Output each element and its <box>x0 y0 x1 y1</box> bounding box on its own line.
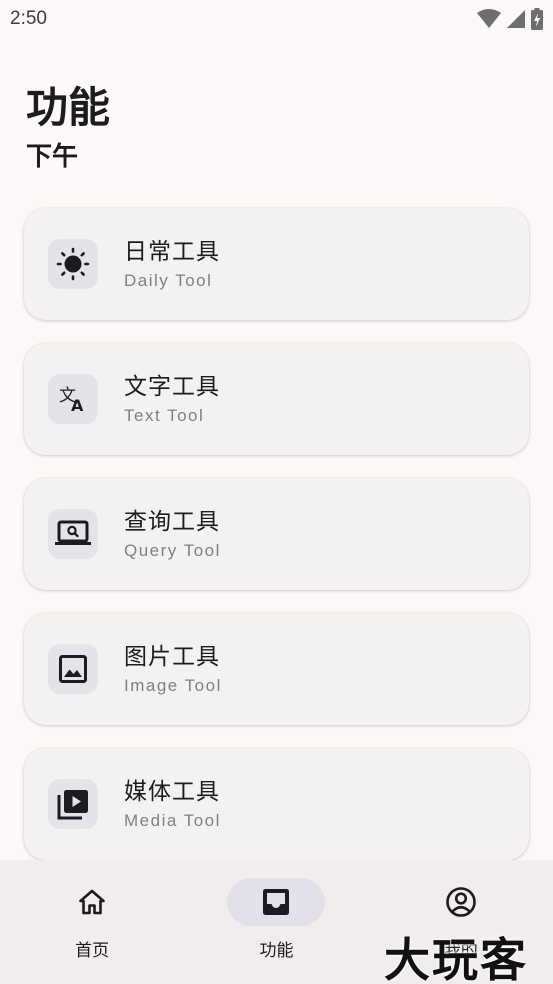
svg-text:A: A <box>71 396 84 414</box>
card-subtitle: Media Tool <box>124 811 221 830</box>
battery-charging-icon <box>531 8 543 30</box>
nav-label: 功能 <box>259 941 294 961</box>
card-title: 查询工具 <box>124 509 220 535</box>
card-subtitle: Image Tool <box>124 676 222 695</box>
home-icon <box>43 878 141 926</box>
card-title: 图片工具 <box>124 644 220 670</box>
page-title: 功能 <box>26 83 111 132</box>
text-tool-card[interactable]: 文 A 文字工具 Text Tool <box>24 343 529 455</box>
signal-icon <box>507 9 525 29</box>
query-tool-card[interactable]: 查询工具 Query Tool <box>24 478 529 590</box>
card-subtitle: Text Tool <box>124 406 205 425</box>
laptop-search-icon <box>48 509 98 559</box>
inbox-icon <box>227 878 326 926</box>
card-subtitle: Daily Tool <box>124 271 213 290</box>
card-subtitle: Query Tool <box>124 541 221 560</box>
nav-item-home[interactable]: 首页 <box>0 860 184 984</box>
media-tool-card[interactable]: 媒体工具 Media Tool <box>24 748 529 860</box>
wifi-icon <box>477 9 501 29</box>
watermark-logo: 大玩客 <box>384 933 528 984</box>
image-icon <box>48 644 98 694</box>
image-tool-card[interactable]: 图片工具 Image Tool <box>24 613 529 725</box>
tool-list: 日常工具 Daily Tool 文 A 文字工具 Text Tool 查询工具 <box>24 208 529 883</box>
card-title: 媒体工具 <box>124 779 220 805</box>
daily-tool-card[interactable]: 日常工具 Daily Tool <box>24 208 529 320</box>
page-subtitle: 下午 <box>26 142 79 172</box>
video-library-icon <box>48 779 98 829</box>
nav-label: 首页 <box>75 941 110 961</box>
translate-icon: 文 A <box>48 374 98 424</box>
account-circle-icon <box>412 878 510 926</box>
brightness-icon <box>48 239 98 289</box>
status-icons <box>477 8 543 30</box>
card-title: 日常工具 <box>124 239 220 265</box>
status-bar: 2:50 <box>0 0 553 38</box>
status-time: 2:50 <box>10 8 47 29</box>
nav-item-features[interactable]: 功能 <box>184 860 368 984</box>
card-title: 文字工具 <box>124 374 220 400</box>
